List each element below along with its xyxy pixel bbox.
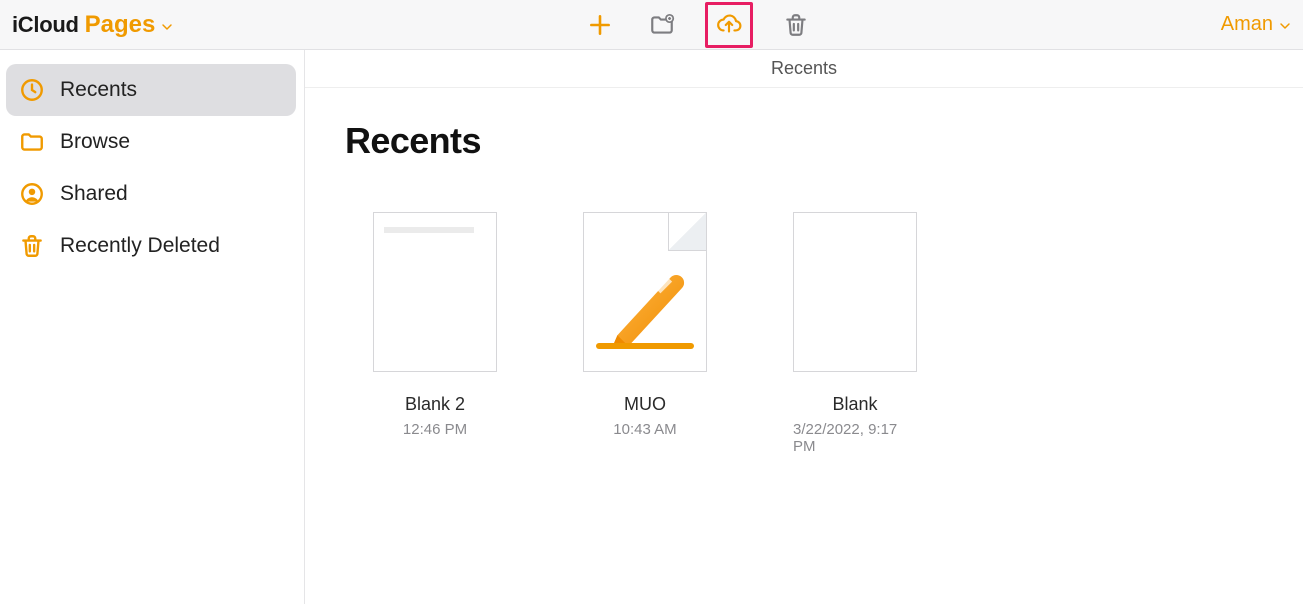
document-item[interactable]: Blank 2 12:46 PM [373,212,497,455]
document-grid: Blank 2 12:46 PM [345,212,1263,455]
person-icon [18,180,46,208]
document-item[interactable]: MUO 10:43 AM [583,212,707,455]
trash-icon [18,232,46,260]
cloud-upload-icon [716,12,742,38]
content-breadcrumb: Recents [305,50,1303,88]
upload-highlight-box [705,2,753,48]
document-time: 10:43 AM [613,421,676,438]
delete-button[interactable] [777,6,815,44]
service-label: iCloud [12,12,79,38]
document-time: 3/22/2022, 9:17 PM [793,421,917,455]
sidebar-item-recents[interactable]: Recents [6,64,296,116]
sidebar-item-recently-deleted[interactable]: Recently Deleted [6,220,296,272]
document-thumbnail [793,212,917,372]
document-name: Blank [832,394,877,415]
content: Recents Recents Blank 2 12:46 PM [305,50,1303,604]
document-thumbnail [583,212,707,372]
folder-plus-icon [649,12,675,38]
document-item[interactable]: Blank 3/22/2022, 9:17 PM [793,212,917,455]
document-name: MUO [624,394,666,415]
document-time: 12:46 PM [403,421,467,438]
user-menu[interactable]: Aman [1221,13,1293,36]
page-title: Recents [345,120,1263,162]
pages-pencil-icon [599,257,691,349]
trash-icon [783,12,809,38]
top-toolbar: iCloud Pages [0,0,1303,50]
sidebar-item-label: Recents [60,78,137,102]
app-title: Pages [85,11,156,39]
document-thumbnail [373,212,497,372]
folder-icon [18,128,46,156]
new-folder-button[interactable] [643,6,681,44]
sidebar-item-browse[interactable]: Browse [6,116,296,168]
chevron-down-icon [159,19,175,35]
sidebar-item-label: Browse [60,130,130,154]
app-switcher[interactable]: Pages [85,11,176,39]
clock-icon [18,76,46,104]
plus-icon [587,12,613,38]
document-name: Blank 2 [405,394,465,415]
user-name: Aman [1221,13,1273,36]
sidebar: Recents Browse Shared Recently Deleted [0,50,305,604]
sidebar-item-shared[interactable]: Shared [6,168,296,220]
add-button[interactable] [581,6,619,44]
chevron-down-icon [1277,18,1293,34]
upload-button[interactable] [710,6,748,44]
sidebar-item-label: Recently Deleted [60,234,220,258]
sidebar-item-label: Shared [60,182,128,206]
